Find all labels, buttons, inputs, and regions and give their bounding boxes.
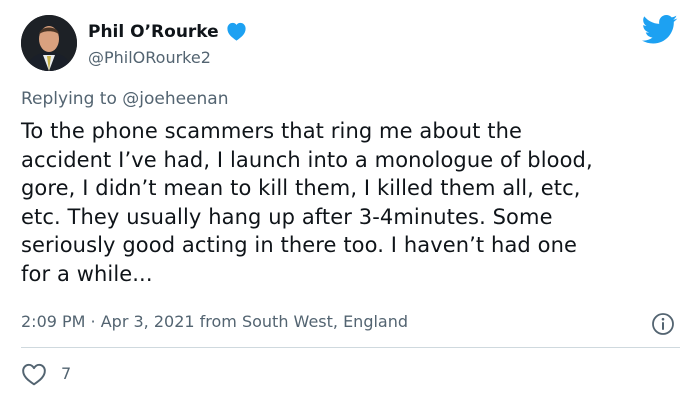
replying-to-mention[interactable]: @joeheenan [122, 89, 228, 109]
info-icon[interactable] [651, 312, 675, 336]
twitter-bird-icon[interactable] [642, 14, 678, 46]
tweet-card: Phil O’Rourke @PhilORourke2 Replying to … [0, 0, 700, 402]
avatar[interactable] [21, 15, 77, 71]
heart-icon[interactable] [21, 362, 47, 386]
author-handle[interactable]: @PhilORourke2 [88, 48, 211, 68]
avatar-photo [21, 15, 77, 71]
tweet-text: To the phone scammers that ring me about… [21, 119, 593, 286]
replying-to-label: Replying to [21, 89, 123, 109]
verified-badge-icon [227, 22, 246, 41]
replying-to-line: Replying to @joeheenan [21, 88, 229, 110]
tweet-actions: 7 [21, 362, 71, 386]
author-name-row[interactable]: Phil O’Rourke [88, 20, 248, 43]
author-name[interactable]: Phil O’Rourke [88, 21, 219, 43]
tweet-timestamp[interactable]: 2:09 PM · Apr 3, 2021 from South West, E… [21, 311, 408, 333]
like-count: 7 [61, 364, 72, 383]
divider [21, 347, 680, 348]
